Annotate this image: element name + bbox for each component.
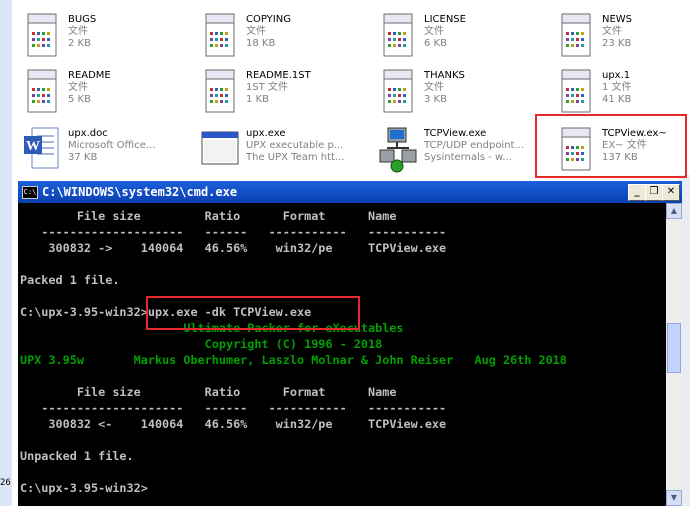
file-name: BUGS	[68, 14, 97, 25]
word-doc-icon: W	[22, 126, 62, 174]
console-line: Copyright (C) 1996 - 2018	[20, 337, 383, 351]
file-item[interactable]: COPYING 文件 18 KB	[200, 10, 370, 66]
console-line: -------------------- ------ ----------- …	[20, 225, 447, 239]
file-type: Microsoft Office...	[68, 140, 156, 151]
file-type: 文件	[424, 82, 444, 93]
file-name: NEWS	[602, 14, 633, 25]
scroll-down-icon[interactable]: ▼	[666, 490, 682, 506]
cmd-title-bar[interactable]: C:\ C:\WINDOWS\system32\cmd.exe _ ❐ ✕	[18, 181, 682, 203]
file-size: 5 KB	[68, 94, 91, 105]
cmd-scrollbar[interactable]: ▲ ▼	[666, 203, 682, 506]
text-file-icon	[556, 68, 596, 116]
file-size: Sysinternals - w...	[424, 152, 512, 163]
text-file-icon	[556, 12, 596, 60]
file-size: 23 KB	[602, 38, 632, 49]
text-file-icon	[22, 68, 62, 116]
file-item[interactable]: NEWS 文件 23 KB	[556, 10, 690, 66]
cmd-window-title: C:\WINDOWS\system32\cmd.exe	[42, 185, 238, 199]
file-name: README.1ST	[246, 70, 311, 81]
console-line: File size Ratio Format Name	[20, 209, 397, 223]
file-item[interactable]: README 文件 5 KB	[22, 66, 192, 122]
side-number: 26	[0, 478, 11, 488]
scroll-thumb[interactable]	[667, 323, 681, 373]
console-line: -------------------- ------ ----------- …	[20, 401, 447, 415]
text-file-icon	[22, 12, 62, 60]
file-name: COPYING	[246, 14, 291, 25]
console-line: UPX 3.95w Markus Oberhumer, Laszlo Molna…	[20, 353, 567, 367]
scroll-up-icon[interactable]: ▲	[666, 203, 682, 219]
file-item[interactable]: BUGS 文件 2 KB	[22, 10, 192, 66]
file-size: 18 KB	[246, 38, 276, 49]
highlight-box-tcpview-backup	[535, 114, 687, 178]
file-size: 41 KB	[602, 94, 632, 105]
file-item[interactable]: THANKS 文件 3 KB	[378, 66, 548, 122]
console-line: 300832 <- 140064 46.56% win32/pe TCPView…	[20, 417, 447, 431]
file-name: TCPView.exe	[424, 128, 487, 139]
console-output[interactable]: File size Ratio Format Name ------------…	[18, 203, 666, 506]
cmd-window[interactable]: C:\ C:\WINDOWS\system32\cmd.exe _ ❐ ✕ Fi…	[18, 181, 682, 506]
text-file-icon	[378, 12, 418, 60]
text-file-icon	[378, 68, 418, 116]
file-name: LICENSE	[424, 14, 466, 25]
file-name: upx.1	[602, 70, 631, 81]
file-type: TCP/UDP endpoint...	[424, 140, 525, 151]
file-size: 37 KB	[68, 152, 98, 163]
file-type: 文件	[68, 82, 88, 93]
file-type: 1ST 文件	[246, 82, 288, 93]
file-name: upx.exe	[246, 128, 286, 139]
console-line: 300832 -> 140064 46.56% win32/pe TCPView…	[20, 241, 447, 255]
close-button[interactable]: ✕	[662, 184, 680, 201]
minimize-button[interactable]: _	[628, 184, 646, 201]
exe-window-icon	[200, 126, 240, 174]
file-name: README	[68, 70, 111, 81]
text-file-icon	[200, 12, 240, 60]
file-type: 文件	[246, 26, 266, 37]
file-type: 文件	[424, 26, 444, 37]
file-type: 文件	[68, 26, 88, 37]
text-file-icon	[200, 68, 240, 116]
console-line: Packed 1 file.	[20, 273, 120, 287]
file-item[interactable]: TCPView.exe TCP/UDP endpoint... Sysinter…	[378, 124, 548, 180]
console-line: Unpacked 1 file.	[20, 449, 134, 463]
highlight-box-command	[146, 296, 360, 330]
console-line: C:\upx-3.95-win32>	[20, 481, 148, 495]
file-size: 2 KB	[68, 38, 91, 49]
file-size: 1 KB	[246, 94, 269, 105]
svg-text:W: W	[26, 139, 40, 154]
left-pane-strip: 26	[0, 0, 12, 506]
file-item[interactable]: LICENSE 文件 6 KB	[378, 10, 548, 66]
file-name: THANKS	[424, 70, 465, 81]
file-size: 3 KB	[424, 94, 447, 105]
file-type: UPX executable p...	[246, 140, 344, 151]
tcpview-icon	[378, 126, 418, 174]
file-size: The UPX Team htt...	[246, 152, 345, 163]
file-size: 6 KB	[424, 38, 447, 49]
console-line: File size Ratio Format Name	[20, 385, 397, 399]
file-type: 1 文件	[602, 82, 632, 93]
cmd-app-icon: C:\	[22, 186, 38, 199]
file-item[interactable]: README.1ST 1ST 文件 1 KB	[200, 66, 370, 122]
file-type: 文件	[602, 26, 622, 37]
file-name: upx.doc	[68, 128, 108, 139]
file-item[interactable]: upx.exe UPX executable p... The UPX Team…	[200, 124, 370, 180]
restore-button[interactable]: ❐	[645, 184, 663, 201]
file-item[interactable]: W upx.doc Microsoft Office... 37 KB	[22, 124, 192, 180]
